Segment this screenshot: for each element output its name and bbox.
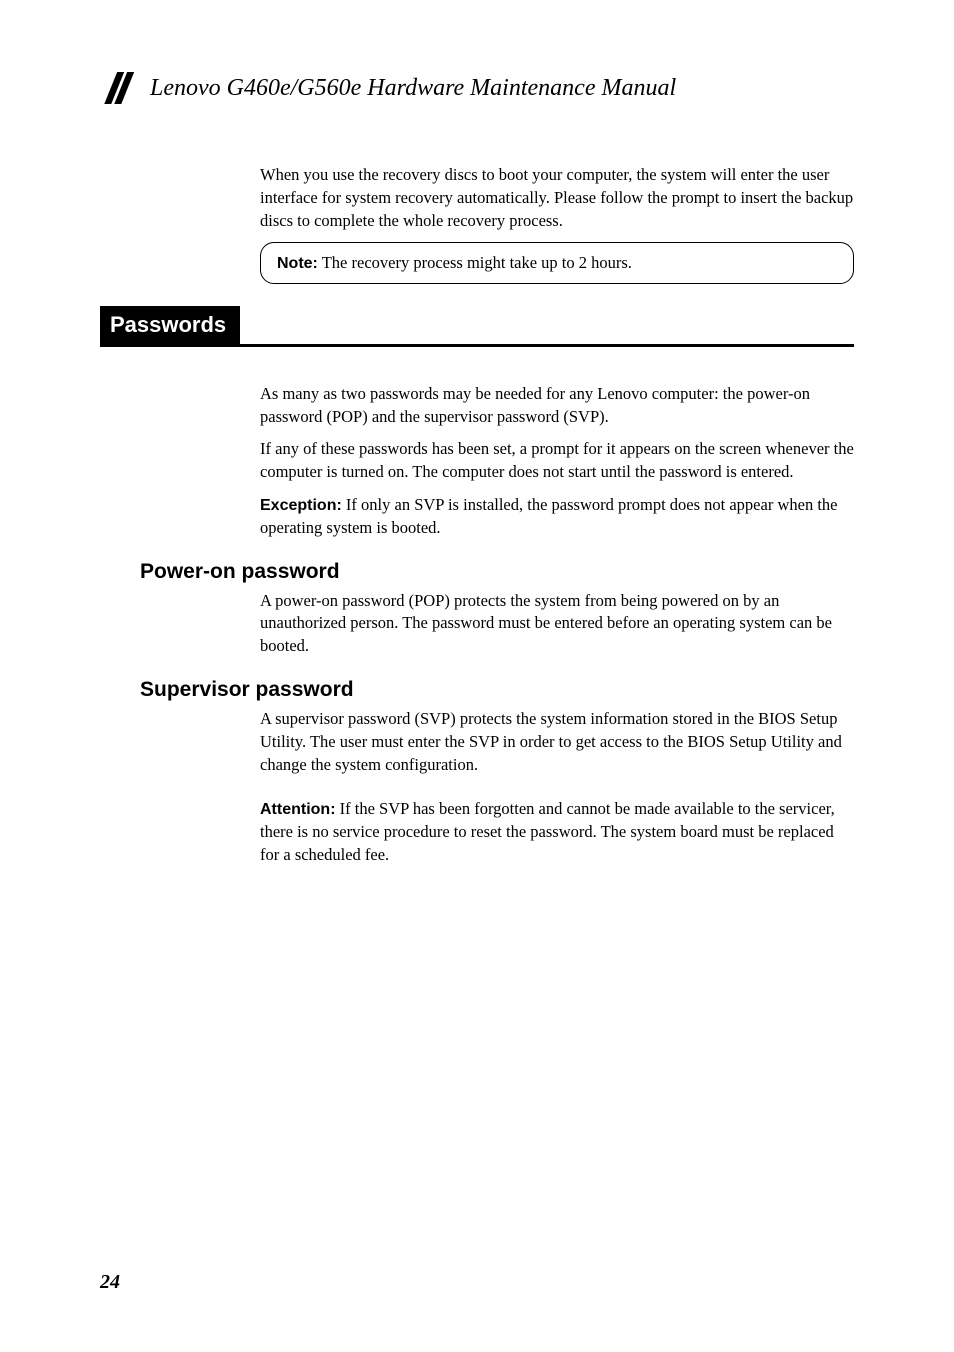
intro-block: When you use the recovery discs to boot … (260, 164, 854, 284)
page: Lenovo G460e/G560e Hardware Maintenance … (0, 0, 954, 1352)
section-exception: Exception: If only an SVP is installed, … (260, 494, 854, 540)
note-box: Note: The recovery process might take up… (260, 242, 854, 284)
sub1-p1: A power-on password (POP) protects the s… (260, 590, 854, 658)
subheading-pop: Power-on password (140, 560, 854, 584)
section-title: Passwords (100, 306, 240, 344)
attention-text: If the SVP has been forgotten and cannot… (260, 799, 835, 864)
subheading-svp: Supervisor password (140, 678, 854, 702)
sub2-body: A supervisor password (SVP) protects the… (260, 708, 854, 867)
manual-title: Lenovo G460e/G560e Hardware Maintenance … (150, 75, 676, 102)
sub2-attention: Attention: If the SVP has been forgotten… (260, 798, 854, 867)
note-text: The recovery process might take up to 2 … (318, 253, 632, 272)
attention-label: Attention: (260, 801, 336, 818)
exception-text: If only an SVP is installed, the passwor… (260, 495, 837, 537)
note-label: Note: (277, 255, 318, 272)
section-header: Passwords (100, 306, 854, 347)
section-p1: As many as two passwords may be needed f… (260, 383, 854, 429)
exception-label: Exception: (260, 497, 342, 514)
slash-icon (100, 70, 136, 106)
sub2-p1: A supervisor password (SVP) protects the… (260, 708, 854, 776)
section-body: As many as two passwords may be needed f… (260, 383, 854, 540)
page-number: 24 (100, 1271, 120, 1294)
section-p2: If any of these passwords has been set, … (260, 438, 854, 484)
sub1-body: A power-on password (POP) protects the s… (260, 590, 854, 658)
page-header: Lenovo G460e/G560e Hardware Maintenance … (100, 70, 854, 106)
intro-paragraph: When you use the recovery discs to boot … (260, 164, 854, 232)
section-underline (100, 344, 854, 347)
